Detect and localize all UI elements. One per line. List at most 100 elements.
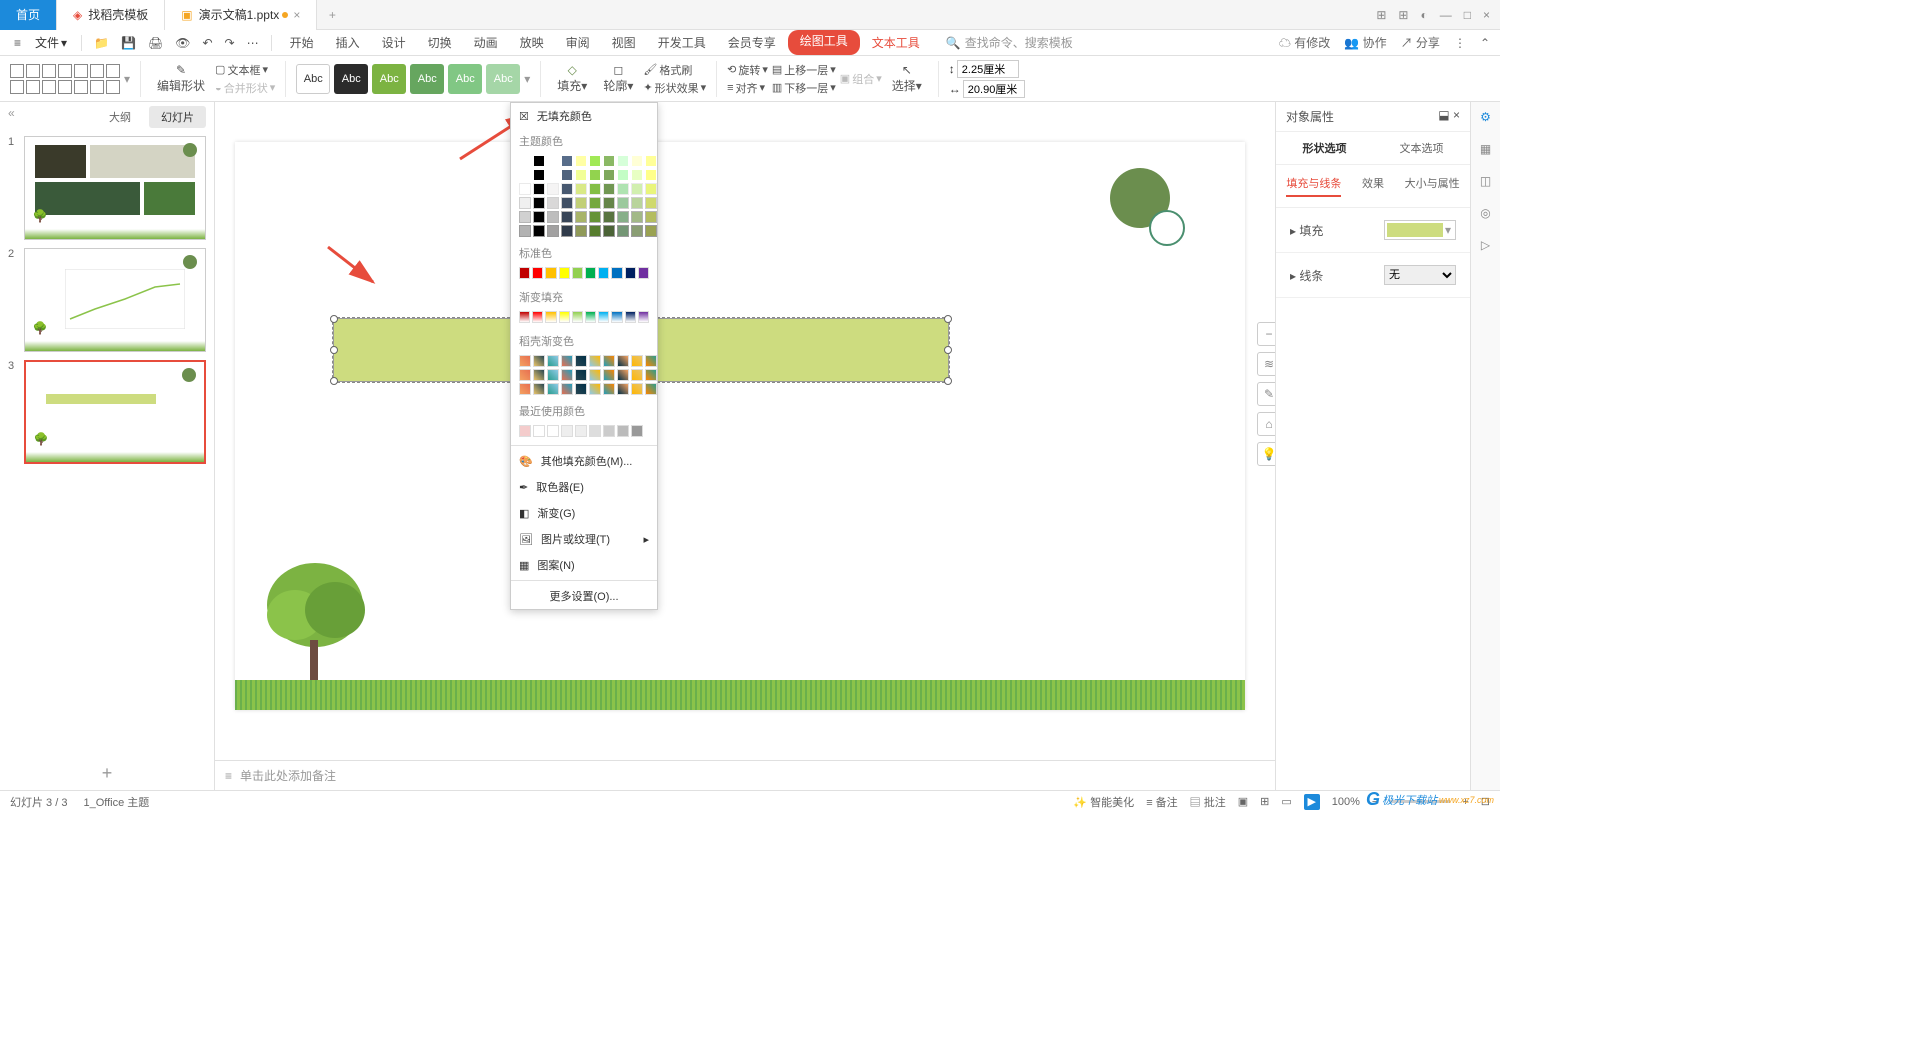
send-backward-button[interactable]: ▥下移一层▾ [772, 80, 836, 96]
gradient-color-row[interactable] [511, 309, 657, 329]
tab-draw-tools[interactable]: 绘图工具 [788, 30, 860, 55]
tab-home[interactable]: 首页 [0, 0, 57, 30]
tab-member[interactable]: 会员专享 [718, 30, 786, 55]
menu-icon[interactable]: ≡ [10, 34, 25, 52]
share-button[interactable]: ↗ 分享 [1401, 34, 1440, 51]
tab-view[interactable]: 视图 [602, 30, 646, 55]
maximize-icon[interactable]: □ [1464, 8, 1471, 22]
float-pen-icon[interactable]: ✎ [1257, 382, 1275, 406]
fill-color-swatch[interactable]: ▾ [1384, 220, 1456, 240]
format-painter-button[interactable]: 🖌格式刷 [643, 62, 706, 78]
tab-design[interactable]: 设计 [372, 30, 416, 55]
eyedropper-option[interactable]: ✒取色器(E) [511, 474, 657, 500]
gradient-option[interactable]: ◧渐变(G) [511, 500, 657, 526]
no-fill-option[interactable]: ☒无填充颜色 [511, 103, 657, 129]
user-icon[interactable]: ◐ [1420, 8, 1427, 22]
tab-document[interactable]: ▣演示文稿1.pptx× [165, 0, 317, 30]
more-settings-option[interactable]: 更多设置(O)... [511, 583, 657, 609]
apps-icon[interactable]: ⊞ [1398, 8, 1408, 22]
shape-options-tab[interactable]: 形状选项 [1276, 132, 1373, 164]
tab-insert[interactable]: 插入 [326, 30, 370, 55]
float-minus-icon[interactable]: − [1257, 322, 1275, 346]
line-select[interactable]: 无 [1384, 265, 1456, 285]
save-icon[interactable]: 💾 [117, 34, 140, 52]
size-props-tab[interactable]: 大小与属性 [1405, 175, 1460, 197]
minimize-icon[interactable]: — [1440, 8, 1452, 22]
align-button[interactable]: ≡对齐▾ [727, 80, 768, 96]
print-icon[interactable]: 🖨 [144, 34, 167, 52]
overflow-icon[interactable]: ⋮ [1454, 36, 1466, 50]
tab-slideshow[interactable]: 放映 [510, 30, 554, 55]
view-normal-icon[interactable]: ▣ [1238, 795, 1248, 808]
preset-gradient-grid[interactable] [511, 353, 657, 399]
zoom-level[interactable]: 100% [1332, 796, 1360, 808]
preview-icon[interactable]: 👁 [171, 34, 194, 52]
notes-bar[interactable]: ≡单击此处添加备注 [215, 760, 1275, 790]
tab-transition[interactable]: 切换 [418, 30, 462, 55]
bring-forward-button[interactable]: ▤上移一层▾ [772, 62, 836, 78]
fill-section[interactable]: ▸ 填充 ▾ [1276, 208, 1470, 253]
pin-icon[interactable]: ⬓ [1438, 108, 1449, 122]
fill-button[interactable]: ◇填充▾ [551, 61, 593, 96]
more-icon[interactable]: ⋯ [243, 34, 263, 52]
picture-option[interactable]: 🖼图片或纹理(T)▸ [511, 526, 657, 552]
group-button[interactable]: ▣组合▾ [840, 71, 882, 87]
height-input[interactable] [957, 60, 1019, 78]
edit-shape-button[interactable]: ✎编辑形状 [151, 61, 211, 96]
expand-icon[interactable]: ⌃ [1480, 36, 1490, 50]
shape-gallery[interactable] [10, 64, 120, 94]
close-icon[interactable]: × [293, 8, 300, 22]
tab-template[interactable]: ◈找稻壳模板 [57, 0, 165, 30]
view-sorter-icon[interactable]: ⊞ [1260, 795, 1269, 808]
play-icon[interactable]: ▷ [1477, 236, 1495, 254]
file-menu[interactable]: 文件▾ [29, 32, 73, 53]
open-icon[interactable]: 📁 [90, 34, 113, 52]
pending-changes[interactable]: ☁ 有修改 [1279, 34, 1330, 51]
tab-start[interactable]: 开始 [280, 30, 324, 55]
pattern-option[interactable]: ▦图案(N) [511, 552, 657, 578]
beautify-button[interactable]: ✨ 智能美化 [1073, 794, 1134, 810]
style-gallery[interactable]: Abc Abc Abc Abc Abc Abc [296, 64, 520, 94]
library-icon[interactable]: ◫ [1477, 172, 1495, 190]
template-icon[interactable]: ▦ [1477, 140, 1495, 158]
redo-icon[interactable]: ↷ [221, 34, 239, 52]
combine-shape-button[interactable]: ◒合并形状▾ [215, 80, 275, 96]
float-bulb-icon[interactable]: 💡 [1257, 442, 1275, 466]
collapse-icon[interactable]: « [8, 106, 15, 128]
outline-button[interactable]: ◻轮廓▾ [597, 61, 639, 96]
slide-thumb-1[interactable]: 1🌳 [8, 136, 206, 240]
more-colors-option[interactable]: 🎨其他填充颜色(M)... [511, 448, 657, 474]
select-button[interactable]: ↖选择▾ [886, 61, 928, 96]
text-options-tab[interactable]: 文本选项 [1373, 132, 1470, 164]
comments-button[interactable]: ▤ 批注 [1190, 794, 1226, 810]
close-panel-icon[interactable]: × [1453, 108, 1460, 122]
tab-animation[interactable]: 动画 [464, 30, 508, 55]
effects-tab[interactable]: 效果 [1362, 175, 1384, 197]
float-home-icon[interactable]: ⌂ [1257, 412, 1275, 436]
collab-button[interactable]: 👥 协作 [1344, 34, 1386, 51]
slide-thumb-2[interactable]: 2🌳 [8, 248, 206, 352]
slide-canvas[interactable]: − ≋ ✎ ⌂ 💡 [235, 142, 1245, 710]
tab-review[interactable]: 审阅 [556, 30, 600, 55]
textbox-button[interactable]: ▢文本框▾ [215, 62, 275, 78]
add-slide-button[interactable]: + [0, 757, 214, 790]
layout-icon[interactable]: ⊞ [1376, 8, 1386, 22]
search-box[interactable]: 🔍 查找命令、搜索模板 [946, 34, 1073, 51]
outline-tab[interactable]: 大纲 [97, 106, 143, 128]
slideshow-button[interactable]: ▶ [1304, 794, 1320, 810]
slides-tab[interactable]: 幻灯片 [149, 106, 206, 128]
fill-line-tab[interactable]: 填充与线条 [1286, 175, 1341, 197]
line-section[interactable]: ▸ 线条 无 [1276, 253, 1470, 298]
slide-thumb-3[interactable]: 3🌳 [8, 360, 206, 464]
shape-effects-button[interactable]: ✦形状效果▾ [643, 80, 706, 96]
new-tab-button[interactable]: + [317, 8, 347, 22]
width-input[interactable] [963, 80, 1025, 98]
tab-text-tools[interactable]: 文本工具 [862, 30, 930, 55]
recent-color-row[interactable] [511, 423, 657, 443]
float-layers-icon[interactable]: ≋ [1257, 352, 1275, 376]
rotate-button[interactable]: ⟲旋转▾ [727, 62, 768, 78]
close-window-icon[interactable]: × [1483, 8, 1490, 22]
standard-color-row[interactable] [511, 265, 657, 285]
notes-button[interactable]: ≡ 备注 [1146, 794, 1177, 810]
view-reading-icon[interactable]: ▭ [1281, 795, 1291, 808]
